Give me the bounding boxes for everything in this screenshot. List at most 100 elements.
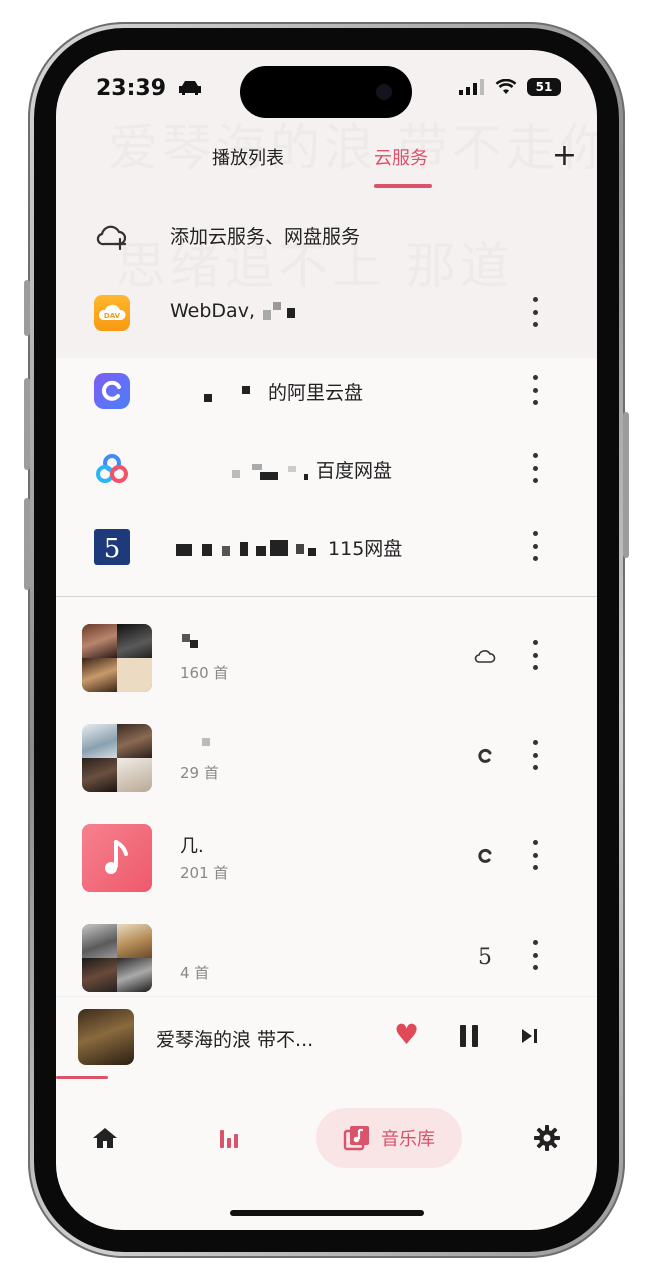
- 115-glyph: 5: [104, 534, 121, 564]
- webdav-icon: DAV: [94, 295, 130, 331]
- add-cloud-service-row[interactable]: 添加云服务、网盘服务: [56, 196, 597, 274]
- more-options-icon[interactable]: [531, 640, 539, 670]
- playlist-count: 4 首: [180, 964, 210, 982]
- playlist-title: 几.: [180, 836, 204, 857]
- gear-icon: [534, 1125, 560, 1151]
- battery-icon: 51: [527, 78, 561, 96]
- cloud-service-baidu[interactable]: 百度网盘: [56, 430, 597, 508]
- cloud-service-label: 115网盘: [174, 534, 402, 561]
- car-icon: [178, 81, 201, 95]
- redacted-username: [174, 538, 322, 558]
- webdav-label: WebDav,: [170, 300, 255, 322]
- app-screen: 爱琴海的浪 带不走你 思绪追不上 那道 23:39 51 播放列表 云服务 + …: [56, 50, 597, 1230]
- playlist-count: 160 首: [180, 664, 229, 682]
- playlist-cover: [82, 724, 152, 792]
- heart-icon[interactable]: ♥: [394, 1021, 419, 1049]
- playback-progress[interactable]: [56, 1076, 108, 1079]
- settings-nav-button[interactable]: [532, 1108, 562, 1168]
- baidu-netdisk-icon: [96, 454, 128, 483]
- volume-down-button: [24, 498, 30, 590]
- tab-bar: 播放列表 云服务 +: [56, 130, 597, 190]
- more-options-icon[interactable]: [531, 531, 539, 561]
- aliyun-icon: [473, 744, 497, 768]
- status-time-text: 23:39: [96, 76, 167, 101]
- playlist-row[interactable]: 4 首 5: [56, 902, 597, 1002]
- aliyun-drive-icon: [94, 373, 130, 409]
- redacted-title: [180, 634, 202, 648]
- 115-source-text: 5: [478, 945, 492, 968]
- home-icon: [93, 1128, 117, 1148]
- playlist-row[interactable]: 几. 201 首: [56, 802, 597, 902]
- status-icons: 51: [459, 76, 561, 98]
- webdav-cloud-icon: DAV: [98, 304, 126, 320]
- more-options-icon[interactable]: [531, 940, 539, 970]
- section-divider: [56, 596, 597, 597]
- status-bar: 23:39 51: [56, 50, 597, 124]
- webdav-icon-text: DAV: [104, 312, 121, 320]
- redacted-username: [202, 384, 262, 402]
- bottom-navigation: 音乐库: [56, 1090, 597, 1190]
- pause-icon[interactable]: [460, 1025, 478, 1047]
- playlist-row[interactable]: 160 首: [56, 602, 597, 702]
- aliyun-drive-glyph: [101, 380, 121, 401]
- 115-label: 115网盘: [328, 538, 403, 560]
- cloud-service-label: 百度网盘: [230, 456, 392, 483]
- playlist-count: 29 首: [180, 764, 219, 782]
- dynamic-island: [240, 66, 412, 118]
- volume-up-button: [24, 378, 30, 470]
- mini-player[interactable]: 爱琴海的浪 带不... ♥: [56, 996, 597, 1081]
- cloud-icon: [473, 644, 497, 668]
- power-button: [623, 412, 629, 558]
- playlist-row[interactable]: 29 首: [56, 702, 597, 802]
- redacted-username: [261, 302, 297, 320]
- add-icon[interactable]: +: [552, 138, 577, 173]
- cellular-signal-icon: [459, 79, 484, 95]
- aliyun-icon: [473, 844, 497, 868]
- home-indicator[interactable]: [230, 1210, 424, 1216]
- more-options-icon[interactable]: [531, 840, 539, 870]
- 115-icon: 5: [473, 944, 497, 968]
- aliyun-source-icon: [478, 748, 492, 763]
- more-options-icon[interactable]: [531, 740, 539, 770]
- cloud-add-icon: [96, 225, 127, 251]
- aliyun-source-icon: [478, 848, 492, 863]
- playlist-count: 201 首: [180, 864, 229, 882]
- add-cloud-service-label: 添加云服务、网盘服务: [170, 226, 361, 248]
- playlist-cover: [82, 824, 152, 892]
- skip-next-icon[interactable]: [520, 1027, 540, 1045]
- tab-active-indicator: [374, 184, 432, 188]
- 115-netdisk-icon: 5: [94, 529, 130, 565]
- playlist-title: [180, 732, 210, 753]
- redacted-username: [230, 462, 310, 480]
- 115-source-icon: 5: [478, 945, 492, 968]
- status-time: 23:39: [96, 76, 202, 101]
- redacted-title: [180, 734, 210, 748]
- more-options-icon[interactable]: [531, 375, 539, 405]
- charts-nav-button[interactable]: [216, 1108, 246, 1168]
- front-camera: [376, 84, 392, 100]
- music-library-icon: [343, 1126, 369, 1151]
- aliyun-label: 的阿里云盘: [268, 382, 364, 404]
- cloud-service-115[interactable]: 5 115网盘: [56, 508, 597, 586]
- wifi-icon: [495, 79, 517, 94]
- bar-chart-icon: [220, 1130, 238, 1148]
- more-options-icon[interactable]: [531, 297, 539, 327]
- cloud-source-icon: [474, 650, 496, 663]
- tab-cloud-services[interactable]: 云服务: [374, 144, 428, 170]
- cloud-service-webdav[interactable]: DAV WebDav,: [56, 274, 597, 352]
- more-options-icon[interactable]: [531, 453, 539, 483]
- home-nav-button[interactable]: [90, 1108, 120, 1168]
- now-playing-title[interactable]: 爱琴海的浪 带不...: [156, 1025, 313, 1052]
- tab-playlists[interactable]: 播放列表: [212, 144, 284, 170]
- cloud-service-label: 的阿里云盘: [202, 378, 363, 405]
- now-playing-artwork[interactable]: [78, 1009, 134, 1065]
- mute-switch: [24, 280, 30, 336]
- playlist-title: [180, 632, 202, 653]
- music-library-nav-button[interactable]: 音乐库: [316, 1108, 462, 1168]
- 115-icon-text: 5: [104, 534, 121, 564]
- playlist-cover: [82, 624, 152, 692]
- playlist-cover: [82, 924, 152, 992]
- cloud-service-label: WebDav,: [170, 300, 297, 322]
- music-note-icon: [105, 840, 128, 874]
- cloud-service-aliyun[interactable]: 的阿里云盘: [56, 352, 597, 430]
